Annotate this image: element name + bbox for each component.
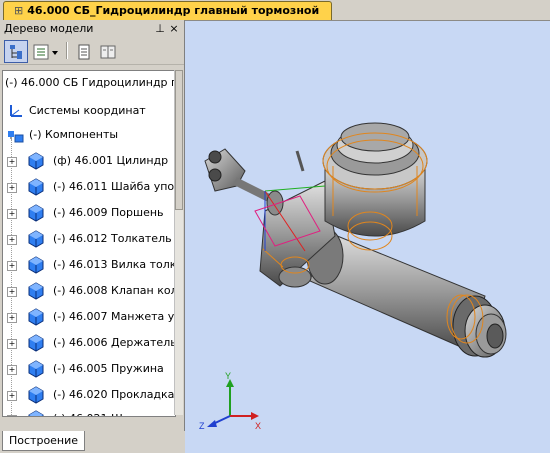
tree-coord-systems-label: Системы координат — [29, 104, 146, 117]
components-folder-icon — [8, 131, 24, 143]
scrollbar-thumb[interactable] — [175, 70, 183, 210]
filter-list-button[interactable] — [30, 40, 62, 63]
expand-icon[interactable]: + — [7, 183, 17, 193]
part-cube-icon — [28, 282, 44, 300]
tree-item[interactable]: + (-) 46.011 Шайба упор — [3, 175, 175, 199]
panel-title: Дерево модели — [4, 22, 94, 35]
model-tree-panel: Дерево модели ⊥ × (-) 46.000 СБ Гидроцил… — [0, 20, 185, 451]
expand-icon[interactable]: + — [7, 391, 17, 401]
expand-icon[interactable]: + — [7, 365, 17, 375]
tree-row-components[interactable]: (-) Компоненты — [3, 123, 175, 147]
tree-structure-icon — [10, 44, 22, 59]
part-cube-icon — [28, 410, 44, 416]
expand-icon[interactable]: + — [7, 209, 17, 219]
tree-item[interactable]: + (-) 46.005 Пружина — [3, 357, 175, 381]
tree-item[interactable]: + (-) 46.012 Толкатель г — [3, 227, 175, 251]
expand-icon[interactable]: + — [7, 261, 17, 271]
axis-z-label: Z — [199, 421, 205, 431]
split-pages-icon — [100, 45, 116, 58]
tree-item[interactable]: + (-) 46.009 Поршень — [3, 201, 175, 225]
tree-scrollbar[interactable] — [174, 70, 183, 415]
tree-item-label: (-) 46.020 Прокладка — [53, 388, 175, 401]
pin-icon[interactable]: ⊥ — [154, 20, 166, 38]
part-cube-icon — [28, 308, 44, 326]
axis-y-label: Y — [225, 371, 231, 381]
part-cube-icon — [28, 178, 44, 196]
axis-x-label: X — [255, 421, 261, 431]
page-icon — [78, 44, 90, 59]
split-view-button[interactable] — [96, 40, 120, 63]
document-tab-bar: ⊞ 46.000 СБ_Гидроцилиндр главный тормозно… — [0, 0, 550, 21]
tree-item[interactable]: + (-) 46.020 Прокладка — [3, 383, 175, 407]
panel-bottom-tabs: Построение — [0, 431, 184, 453]
tree-components-label: (-) Компоненты — [29, 128, 119, 141]
part-cube-icon — [28, 204, 44, 222]
panel-toolbar — [0, 38, 184, 65]
part-cube-icon — [28, 230, 44, 248]
expand-icon[interactable]: + — [7, 235, 17, 245]
part-cube-icon — [28, 256, 44, 274]
panel-title-bar: Дерево модели ⊥ × — [0, 20, 184, 38]
document-tab[interactable]: ⊞ 46.000 СБ_Гидроцилиндр главный тормозно… — [3, 1, 333, 20]
model-viewport[interactable]: Y X Z — [185, 21, 550, 453]
tree-item[interactable]: + (-) 46.007 Манжета уг — [3, 305, 175, 329]
tree-item-label: (-) 46.006 Держатель — [53, 336, 176, 349]
tree-item[interactable]: + (-) 46.008 Клапан кол — [3, 279, 175, 303]
tree-item-label: (-) 46.009 Поршень — [53, 206, 164, 219]
expand-icon[interactable]: + — [7, 313, 17, 323]
tree-item[interactable]: + (ф) 46.001 Цилиндр — [3, 149, 175, 173]
part-cube-icon — [28, 152, 44, 170]
model-tree: (-) 46.000 СБ Гидроцилиндр глав Системы … — [2, 70, 176, 417]
coordinate-system-icon — [10, 105, 22, 117]
tree-item-label: (-) 46.011 Шайба упор — [53, 180, 176, 193]
tree-item-label: (-) 46.013 Вилка толка — [53, 258, 176, 271]
tree-item[interactable]: + (-) 46.021 Ш... — [3, 407, 175, 416]
tree-root-row[interactable]: (-) 46.000 СБ Гидроцилиндр глав — [3, 71, 175, 95]
tree-item-label: (-) 46.008 Клапан кол — [53, 284, 176, 297]
tree-row-coord-systems[interactable]: Системы координат — [3, 99, 175, 123]
part-cube-icon — [28, 334, 44, 352]
assembly-document-icon: ⊞ — [14, 4, 24, 17]
expand-icon[interactable]: + — [7, 287, 17, 297]
tree-item-label: (-) 46.021 Ш... — [53, 407, 133, 416]
tree-root-label: (-) 46.000 СБ Гидроцилиндр глав — [5, 76, 175, 89]
tree-item[interactable]: + (-) 46.013 Вилка толка — [3, 253, 175, 277]
close-icon[interactable]: × — [168, 20, 180, 38]
tree-item-label: (ф) 46.001 Цилиндр — [53, 154, 169, 167]
expand-icon[interactable]: + — [7, 415, 17, 416]
reservoir — [322, 122, 428, 251]
document-view-button[interactable] — [72, 40, 96, 63]
part-cube-icon — [28, 386, 44, 404]
document-tab-title: 46.000 СБ_Гидроцилиндр главный тормозной — [27, 4, 320, 17]
checklist-icon — [33, 44, 58, 59]
tree-item[interactable]: + (-) 46.006 Держатель — [3, 331, 175, 355]
tree-view-button[interactable] — [4, 40, 28, 63]
tree-item-label: (-) 46.005 Пружина — [53, 362, 164, 375]
axis-orientation-indicator: Y X Z — [199, 371, 261, 431]
expand-icon[interactable]: + — [7, 157, 17, 167]
tab-construction[interactable]: Построение — [2, 431, 86, 451]
expand-icon[interactable]: + — [7, 339, 17, 349]
part-cube-icon — [28, 360, 44, 378]
tree-item-label: (-) 46.007 Манжета уг — [53, 310, 176, 323]
tree-item-label: (-) 46.012 Толкатель г — [53, 232, 176, 245]
